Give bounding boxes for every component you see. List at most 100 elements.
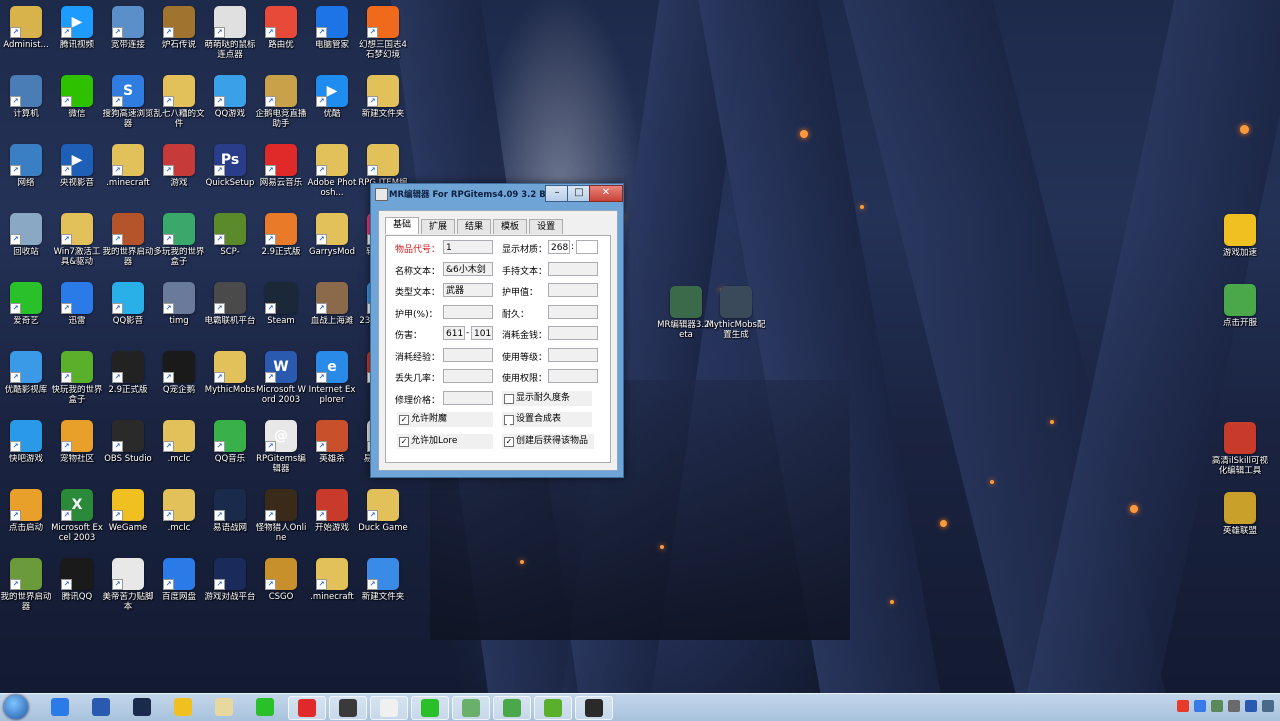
- desktop-icon[interactable]: ↗ 回收站: [0, 211, 52, 279]
- desktop-icon[interactable]: ↗ 路由优: [255, 4, 307, 72]
- desktop-icon[interactable]: ↗ 幻想三国志4石梦幻境: [357, 4, 409, 72]
- desktop-icon[interactable]: e ↗ Internet Explorer: [306, 349, 358, 417]
- hand-input[interactable]: [548, 262, 598, 276]
- item-id-input[interactable]: 1: [443, 240, 493, 254]
- desktop-icon[interactable]: ↗ 英雄杀: [306, 418, 358, 486]
- taskbar-app-button[interactable]: [370, 696, 408, 720]
- desktop-icon[interactable]: ↗ 萌萌哒的鼠标连点器: [204, 4, 256, 72]
- taskbar-app-button[interactable]: [247, 696, 283, 718]
- tray-icon[interactable]: [1194, 700, 1206, 712]
- desktop-icon[interactable]: ↗ 易语战网: [204, 487, 256, 555]
- taskbar-app-button[interactable]: [42, 696, 78, 718]
- desktop-icon[interactable]: X ↗ Microsoft Excel 2003: [51, 487, 103, 555]
- close-button[interactable]: ✕: [589, 185, 623, 202]
- desktop-icon[interactable]: ↗ 开始游戏: [306, 487, 358, 555]
- taskbar-app-button[interactable]: [206, 696, 242, 718]
- window-titlebar[interactable]: MR编辑器 For RPGitems4.09 3.2 Beta – □ ✕: [371, 184, 623, 204]
- desktop-icon[interactable]: ↗ MythicMobs: [204, 349, 256, 417]
- taskbar-app-button[interactable]: [493, 696, 531, 720]
- desktop-icon[interactable]: ▶ ↗ 腾讯视频: [51, 4, 103, 72]
- type-input[interactable]: 武器: [443, 283, 493, 297]
- set-recipe-checkbox[interactable]: 设置合成表: [502, 412, 592, 427]
- desktop-icon[interactable]: ↗ 优酷影视库: [0, 349, 52, 417]
- desktop-icon[interactable]: ↗ 2.9正式版: [102, 349, 154, 417]
- desktop-icon[interactable]: ▶ ↗ 央视影音: [51, 142, 103, 210]
- taskbar-app-button[interactable]: [124, 696, 160, 718]
- start-button[interactable]: [4, 695, 28, 719]
- tab-basic[interactable]: 基础: [385, 217, 420, 234]
- desktop-icon[interactable]: ↗ 快玩我的世界盒子: [51, 349, 103, 417]
- material-input[interactable]: 268: [548, 240, 570, 254]
- create-obtain-checkbox[interactable]: ✓ 创建后获得该物品: [502, 434, 594, 449]
- drop-input[interactable]: [443, 369, 493, 383]
- tab-result[interactable]: 结果: [457, 219, 492, 234]
- desktop-icon[interactable]: ↗ 多玩我的世界盒子: [153, 211, 205, 279]
- tray-icon[interactable]: [1245, 700, 1257, 712]
- network-icon[interactable]: [1262, 700, 1274, 712]
- desktop-icon[interactable]: ↗ SCP-: [204, 211, 256, 279]
- desktop-icon[interactable]: ↗ 百度网盘: [153, 556, 205, 624]
- repair-input[interactable]: [443, 391, 493, 405]
- desktop-icon[interactable]: ↗ 网络: [0, 142, 52, 210]
- desktop-icon[interactable]: ↗ 快吧游戏: [0, 418, 52, 486]
- desktop-icon[interactable]: ↗ Win7激活工具&驱动: [51, 211, 103, 279]
- desktop-icon[interactable]: ↗ Administ...: [0, 4, 52, 72]
- taskbar-app-button[interactable]: [329, 696, 367, 720]
- taskbar-app-button[interactable]: [165, 696, 201, 718]
- desktop-icon[interactable]: ↗ Steam: [255, 280, 307, 348]
- desktop-icon[interactable]: ↗ 宽带连接: [102, 4, 154, 72]
- exp-input[interactable]: [443, 348, 493, 362]
- desktop-icon[interactable]: ↗ 电霸联机平台: [204, 280, 256, 348]
- allow-enchant-checkbox[interactable]: ✓ 允许附魔: [397, 412, 493, 427]
- desktop-icon[interactable]: ↗ GarrysMod: [306, 211, 358, 279]
- desktop-icon[interactable]: ↗ 宠物社区: [51, 418, 103, 486]
- desktop-icon[interactable]: ↗ 炉石传说: [153, 4, 205, 72]
- taskbar-app-button[interactable]: [452, 696, 490, 720]
- show-durability-checkbox[interactable]: 显示耐久度条: [502, 391, 592, 406]
- tray-icon[interactable]: [1211, 700, 1223, 712]
- desktop-icon[interactable]: ↗ 乱七八糟的文件: [153, 73, 205, 141]
- desktop-icon[interactable]: ↗ CSGO: [255, 556, 307, 624]
- desktop-icon[interactable]: ↗ 2.9正式版: [255, 211, 307, 279]
- level-input[interactable]: [548, 348, 598, 362]
- tab-settings[interactable]: 设置: [529, 219, 564, 234]
- desktop-icon[interactable]: S ↗ 搜狗高速浏览器: [102, 73, 154, 141]
- damage-min-input[interactable]: 611: [443, 326, 465, 340]
- desktop-icon[interactable]: ↗ OBS Studio: [102, 418, 154, 486]
- taskbar-app-button[interactable]: [411, 696, 449, 720]
- desktop-icon[interactable]: ↗ .minecraft: [306, 556, 358, 624]
- desktop-icon[interactable]: W ↗ Microsoft Word 2003: [255, 349, 307, 417]
- desktop-icon[interactable]: ↗ WeGame: [102, 487, 154, 555]
- desktop-icon[interactable]: ▶ ↗ 优酷: [306, 73, 358, 141]
- desktop-icon[interactable]: ↗ 我的世界启动器: [102, 211, 154, 279]
- desktop-icon[interactable]: Ps ↗ QuickSetup: [204, 142, 256, 210]
- desktop-icon[interactable]: ↗ 血战上海滩: [306, 280, 358, 348]
- taskbar-app-button[interactable]: [534, 696, 572, 720]
- desktop-icon[interactable]: ↗ 游戏: [153, 142, 205, 210]
- desktop-icon[interactable]: ↗ .minecraft: [102, 142, 154, 210]
- desktop-icon[interactable]: ↗ 游戏对战平台: [204, 556, 256, 624]
- armor-value-input[interactable]: [548, 283, 598, 297]
- desktop-icon[interactable]: ↗ 迅雷: [51, 280, 103, 348]
- desktop-icon[interactable]: ↗ 美帝苦力贴脚本: [102, 556, 154, 624]
- maximize-button[interactable]: □: [567, 185, 591, 202]
- desktop-icon[interactable]: ↗ Q宠企鹅: [153, 349, 205, 417]
- desktop-icon[interactable]: ↗ 怪物猎人Online: [255, 487, 307, 555]
- desktop-icon[interactable]: ↗ 我的世界启动器: [0, 556, 52, 624]
- taskbar-app-button[interactable]: [83, 696, 119, 718]
- mr-editor-window[interactable]: MR编辑器 For RPGitems4.09 3.2 Beta – □ ✕ 基础…: [370, 183, 624, 478]
- desktop-icon[interactable]: 高清ilSkill可视化编辑工具: [1210, 420, 1270, 488]
- desktop-icon[interactable]: ↗ QQ音乐: [204, 418, 256, 486]
- desktop-icon[interactable]: ↗ 爱奇艺: [0, 280, 52, 348]
- desktop-icon[interactable]: 点击开服: [1210, 282, 1270, 350]
- desktop-icon[interactable]: ↗ .mclc: [153, 487, 205, 555]
- desktop-icon[interactable]: ↗ 微信: [51, 73, 103, 141]
- desktop-icon[interactable]: @ ↗ RPGitems编辑器: [255, 418, 307, 486]
- desktop-icon[interactable]: MythicMobs配置生成: [706, 284, 766, 352]
- allow-lore-checkbox[interactable]: ✓ 允许加Lore: [397, 434, 493, 449]
- desktop-icon[interactable]: ↗ 新建文件夹: [357, 556, 409, 624]
- desktop-icon[interactable]: ↗ .mclc: [153, 418, 205, 486]
- desktop-icon[interactable]: 英雄联盟: [1210, 490, 1270, 558]
- taskbar-app-button[interactable]: [575, 696, 613, 720]
- minimize-button[interactable]: –: [545, 185, 569, 202]
